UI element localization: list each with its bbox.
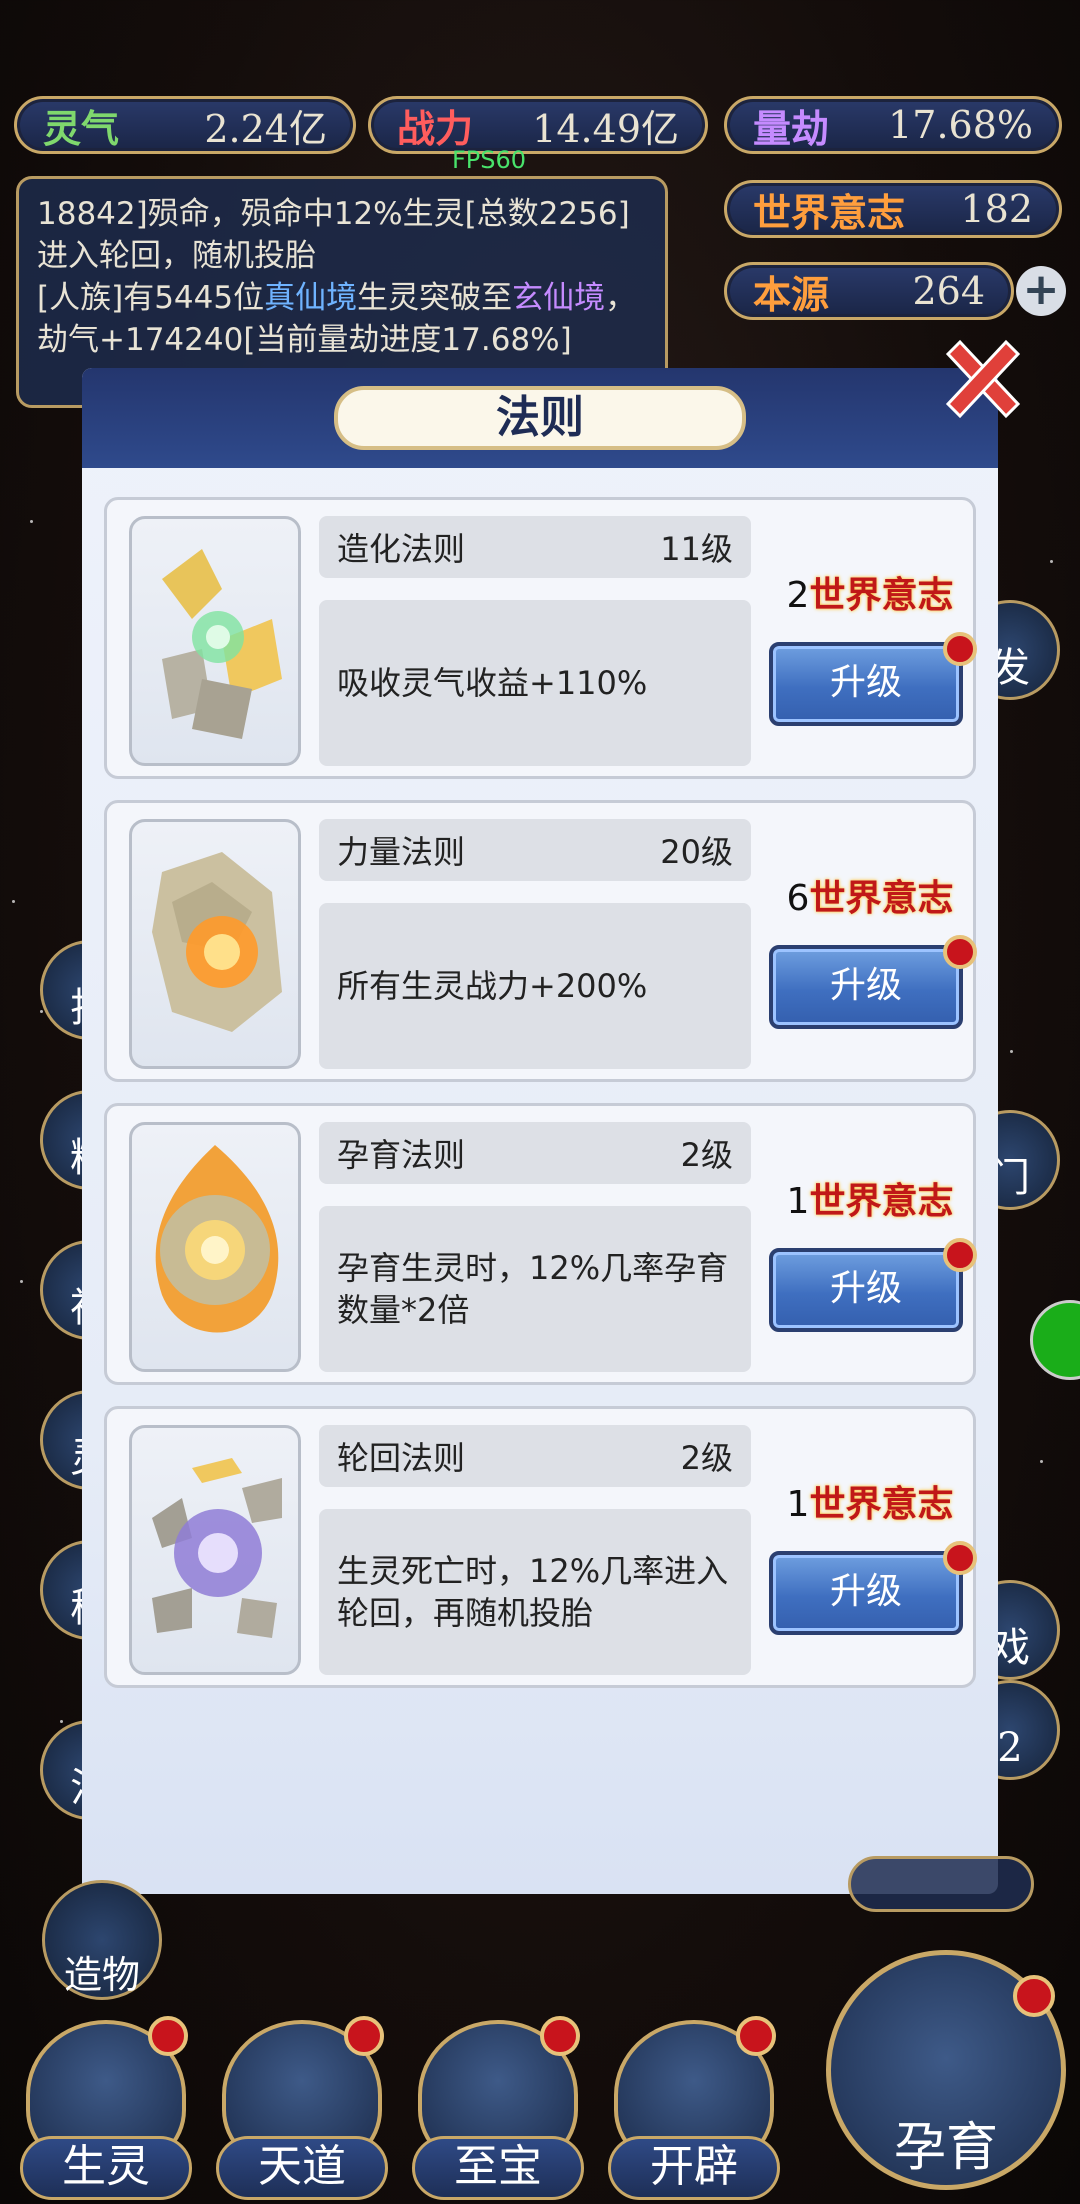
law-name: 造化法则 xyxy=(337,530,466,568)
notification-dot xyxy=(943,1238,977,1272)
law-card: 力量法则 20级 所有生灵战力+200% 6世界意志 升级 xyxy=(104,800,977,1082)
cost-unit: 世界意志 xyxy=(809,574,954,616)
log-realm: 真仙境 xyxy=(264,280,358,316)
right-side-banner[interactable] xyxy=(848,1856,1034,1912)
law-name: 力量法则 xyxy=(337,833,466,871)
upgrade-button[interactable]: 升级 xyxy=(769,945,963,1029)
shijie-stat: 世界意志 182 xyxy=(724,180,1062,238)
law-image xyxy=(129,1425,301,1675)
law-card: 轮回法则 2级 生灵死亡时，12%几率进入轮回，再随机投胎 1世界意志 升级 xyxy=(104,1406,977,1688)
law-card: 造化法则 11级 吸收灵气收益+110% 2世界意志 升级 xyxy=(104,497,977,779)
law-description: 生灵死亡时，12%几率进入轮回，再随机投胎 xyxy=(319,1509,751,1675)
law-level: 2级 xyxy=(680,1439,733,1477)
zhanli-stat: 战力 14.49亿 xyxy=(368,96,708,154)
upgrade-button[interactable]: 升级 xyxy=(769,1551,963,1635)
yunyu-button[interactable]: 孕育 xyxy=(826,1950,1066,2190)
nav-kaipi-button[interactable]: 开辟 xyxy=(608,2010,780,2200)
law-title-bar: 轮回法则 2级 xyxy=(319,1425,751,1487)
cost-number: 2 xyxy=(786,575,810,616)
fps-counter: FPS60 xyxy=(452,146,527,174)
upgrade-cost: 6世界意志 xyxy=(775,869,965,921)
law-card: 孕育法则 2级 孕育生灵时，12%几率孕育数量*2倍 1世界意志 升级 xyxy=(104,1103,977,1385)
upgrade-cost: 1世界意志 xyxy=(775,1475,965,1527)
upgrade-button[interactable]: 升级 xyxy=(769,642,963,726)
add-benyuan-button[interactable]: + xyxy=(1016,266,1066,316)
nav-shengling-button[interactable]: 生灵 xyxy=(20,2010,192,2200)
log-text: 生灵突破至 xyxy=(357,280,513,316)
nav-label: 生灵 xyxy=(20,2136,192,2200)
close-icon[interactable] xyxy=(938,334,1028,424)
law-image xyxy=(129,819,301,1069)
notification-dot xyxy=(148,2016,188,2056)
benyuan-value: 264 xyxy=(912,269,985,313)
cost-number: 6 xyxy=(786,878,810,919)
upgrade-button[interactable]: 升级 xyxy=(769,1248,963,1332)
notification-dot xyxy=(1013,1975,1055,2017)
lingqi-label: 灵气 xyxy=(43,105,120,151)
notification-dot xyxy=(943,935,977,969)
law-description: 吸收灵气收益+110% xyxy=(319,600,751,766)
notification-dot xyxy=(736,2016,776,2056)
yunyu-label: 孕育 xyxy=(893,2118,998,2178)
law-image xyxy=(129,516,301,766)
law-name: 孕育法则 xyxy=(337,1136,466,1174)
log-realm: 玄仙境 xyxy=(512,280,606,316)
cost-unit: 世界意志 xyxy=(809,877,954,919)
upgrade-cost: 1世界意志 xyxy=(775,1172,965,1224)
law-level: 11级 xyxy=(660,530,733,568)
cost-unit: 世界意志 xyxy=(809,1180,954,1222)
zhanli-value: 14.49亿 xyxy=(532,106,679,151)
upgrade-cost: 2世界意志 xyxy=(775,566,965,618)
law-title-bar: 力量法则 20级 xyxy=(319,819,751,881)
wechat-icon[interactable] xyxy=(1030,1300,1080,1380)
lingqi-stat: 灵气 2.24亿 xyxy=(14,96,356,154)
benyuan-stat: 本源 264 xyxy=(724,262,1014,320)
cost-unit: 世界意志 xyxy=(809,1483,954,1525)
cost-number: 1 xyxy=(786,1181,810,1222)
shijie-label: 世界意志 xyxy=(753,189,906,235)
law-title-bar: 孕育法则 2级 xyxy=(319,1122,751,1184)
notification-dot xyxy=(943,1541,977,1575)
law-title-bar: 造化法则 11级 xyxy=(319,516,751,578)
notification-dot xyxy=(540,2016,580,2056)
log-line: 18842]殒命，殒命中12%生灵[总数2256]进入轮回，随机投胎 xyxy=(37,196,630,274)
liangjie-value: 17.68% xyxy=(888,103,1033,147)
law-level: 20级 xyxy=(660,833,733,871)
nav-tiandao-button[interactable]: 天道 xyxy=(216,2010,388,2200)
log-text: [人族]有5445位 xyxy=(37,280,265,316)
law-image xyxy=(129,1122,301,1372)
benyuan-label: 本源 xyxy=(753,271,830,317)
dialog-title: 法则 xyxy=(334,386,746,450)
lingqi-value: 2.24亿 xyxy=(204,106,327,151)
cost-number: 1 xyxy=(786,1484,810,1525)
law-name: 轮回法则 xyxy=(337,1439,466,1477)
zhanli-label: 战力 xyxy=(397,105,474,151)
nav-label: 开辟 xyxy=(608,2136,780,2200)
law-level: 2级 xyxy=(680,1136,733,1174)
zaowu-label: 造物 xyxy=(63,1953,140,1997)
log-line: [人族]有5445位真仙境生灵突破至玄仙境，劫气+174240[当前量劫进度17… xyxy=(37,277,647,361)
liangjie-stat: 量劫 17.68% xyxy=(724,96,1062,154)
shijie-value: 182 xyxy=(960,187,1033,231)
nav-zhibao-button[interactable]: 至宝 xyxy=(412,2010,584,2200)
law-description: 所有生灵战力+200% xyxy=(319,903,751,1069)
notification-dot xyxy=(344,2016,384,2056)
notification-dot xyxy=(943,632,977,666)
liangjie-label: 量劫 xyxy=(753,105,830,151)
law-description: 孕育生灵时，12%几率孕育数量*2倍 xyxy=(319,1206,751,1372)
zaowu-button[interactable]: 造物 xyxy=(42,1880,162,2000)
nav-label: 天道 xyxy=(216,2136,388,2200)
nav-label: 至宝 xyxy=(412,2136,584,2200)
